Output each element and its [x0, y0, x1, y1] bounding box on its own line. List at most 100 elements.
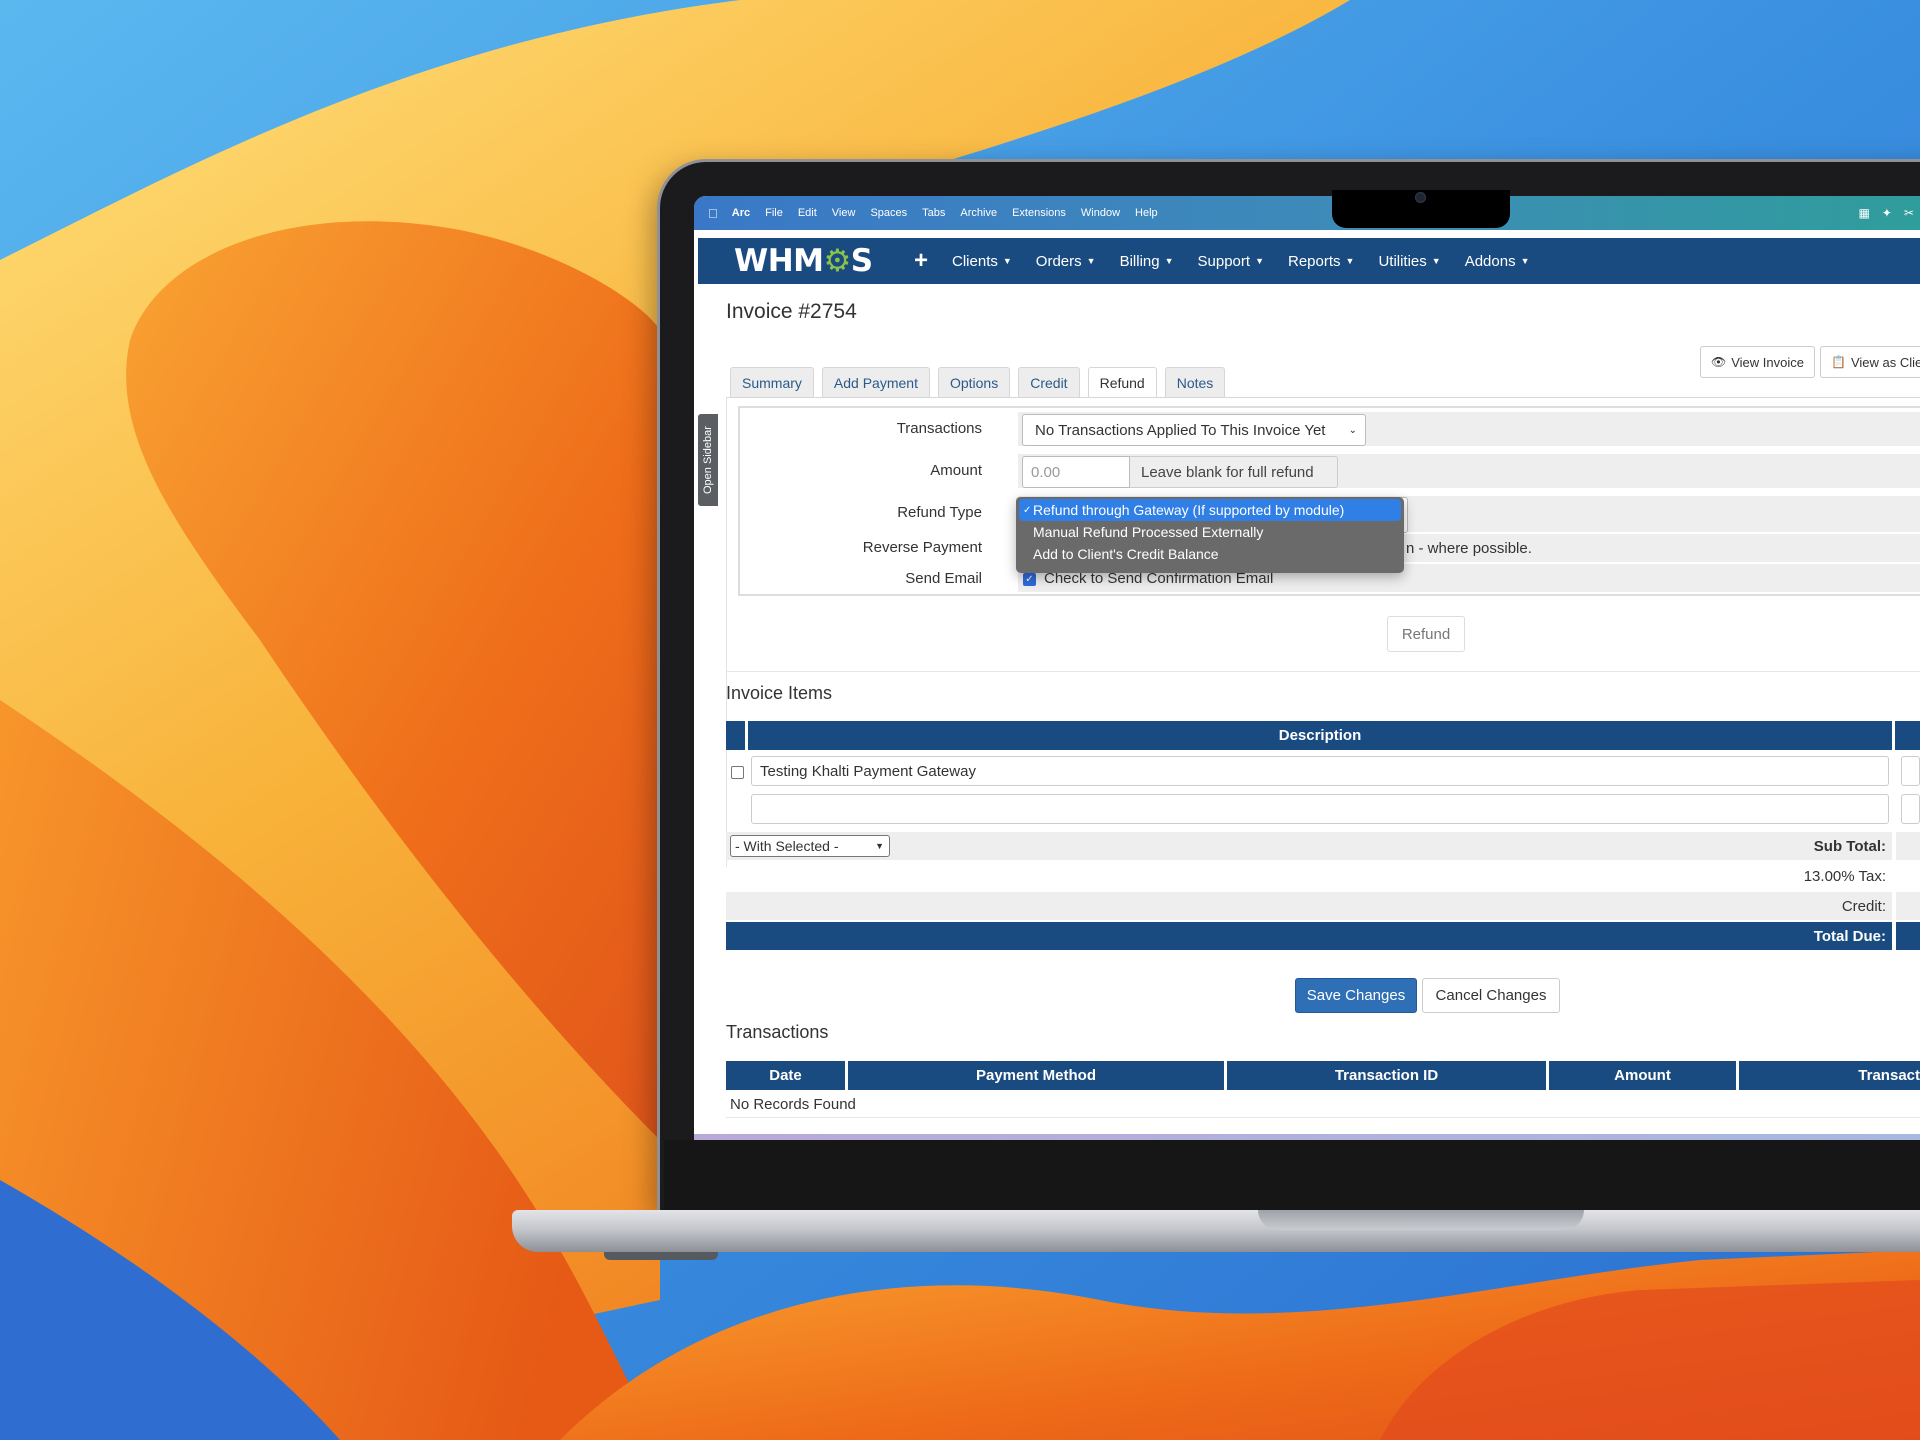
reverse-payment-label: Reverse Payment: [862, 539, 982, 556]
nav-orders[interactable]: Orders ▼: [1036, 253, 1096, 270]
menu-extras: ▦ ✦ ✂: [1859, 196, 1920, 230]
laptop-opening-notch: [1258, 1210, 1584, 1230]
bird-icon[interactable]: ✦: [1882, 206, 1892, 220]
column-payment-method: Payment Method: [848, 1061, 1224, 1090]
chevron-down-icon: ▼: [875, 841, 884, 851]
menu-help[interactable]: Help: [1135, 207, 1158, 219]
caret-down-icon: ▼: [1086, 255, 1096, 266]
section-divider: [726, 671, 1920, 672]
clipboard-icon: 📋: [1831, 355, 1846, 369]
tab-options[interactable]: Options: [937, 367, 1011, 397]
eye-icon: 👁: [1711, 355, 1727, 369]
subtotal-row: Sub Total:: [726, 832, 1892, 860]
tab-summary[interactable]: Summary: [730, 367, 814, 397]
laptop-chin: [664, 1140, 1920, 1212]
refund-type-label: Refund Type: [897, 504, 982, 521]
menu-spaces[interactable]: Spaces: [870, 207, 907, 219]
column-amount: Amount: [1549, 1061, 1736, 1090]
transactions-heading: Transactions: [726, 1022, 829, 1042]
column-date: Date: [726, 1061, 845, 1090]
new-item-description-field[interactable]: [751, 794, 1889, 824]
tab-refund[interactable]: Refund: [1087, 367, 1157, 398]
menu-archive[interactable]: Archive: [960, 207, 997, 219]
tab-add-payment[interactable]: Add Payment: [821, 367, 930, 397]
logo-gear-icon: ⚙: [823, 243, 852, 279]
transactions-select[interactable]: No Transactions Applied To This Invoice …: [1022, 414, 1366, 446]
cancel-changes-button[interactable]: Cancel Changes: [1422, 978, 1560, 1013]
logo-text-start: WHM: [734, 243, 824, 279]
menu-view[interactable]: View: [832, 207, 856, 219]
total-due-label: Total Due:: [1813, 927, 1886, 945]
laptop-foot: [604, 1252, 718, 1260]
nav-reports[interactable]: Reports ▼: [1288, 253, 1354, 270]
total-due-value-cell: [1896, 922, 1920, 950]
amount-label: Amount: [930, 462, 982, 479]
item-amount-field[interactable]: [1901, 756, 1920, 786]
select-column-header: [726, 721, 745, 750]
with-selected-value: - With Selected -: [735, 838, 839, 854]
column-transaction-id: Transaction ID: [1227, 1061, 1546, 1090]
no-records-message: No Records Found: [730, 1096, 856, 1113]
chevron-down-icon: ⌄: [1348, 424, 1357, 436]
item-description-field[interactable]: Testing Khalti Payment Gateway: [751, 756, 1889, 786]
caret-down-icon: ▼: [1164, 255, 1174, 266]
view-invoice-button[interactable]: 👁 View Invoice: [1700, 346, 1815, 378]
grid-icon[interactable]: ▦: [1859, 206, 1870, 220]
camera-icon: [1415, 192, 1426, 203]
amount-input[interactable]: 0.00: [1022, 456, 1130, 488]
nav-billing-label: Billing: [1119, 252, 1160, 270]
refund-type-option-credit[interactable]: Add to Client's Credit Balance: [1019, 543, 1401, 565]
send-email-label: Send Email: [905, 570, 982, 587]
menu-window[interactable]: Window: [1081, 207, 1120, 219]
apple-icon[interactable]: : [708, 206, 718, 221]
whmcs-logo[interactable]: WHM⚙S: [734, 243, 874, 279]
credit-label: Credit:: [1841, 897, 1886, 915]
tab-divider: [726, 397, 1920, 398]
with-selected-select[interactable]: - With Selected - ▼: [730, 835, 890, 857]
send-email-checkbox[interactable]: ✓: [1023, 573, 1036, 586]
menu-extensions[interactable]: Extensions: [1012, 207, 1066, 219]
nav-billing[interactable]: Billing ▼: [1120, 253, 1174, 270]
nav-orders-label: Orders: [1035, 252, 1082, 270]
menu-tabs[interactable]: Tabs: [922, 207, 945, 219]
reverse-payment-text: n - where possible.: [1406, 540, 1532, 557]
refund-type-option-gateway[interactable]: ✓ Refund through Gateway (If supported b…: [1019, 499, 1401, 521]
refund-button[interactable]: Refund: [1387, 616, 1465, 652]
refund-type-dropdown: ✓ Refund through Gateway (If supported b…: [1016, 497, 1404, 573]
panel-border: [726, 397, 727, 867]
menu-file[interactable]: File: [765, 207, 783, 219]
caret-down-icon: ▼: [1520, 255, 1530, 266]
scissors-icon[interactable]: ✂: [1904, 206, 1914, 220]
amount-hint: Leave blank for full refund: [1130, 456, 1338, 488]
transactions-select-value: No Transactions Applied To This Invoice …: [1035, 421, 1326, 439]
open-sidebar-toggle[interactable]: Open Sidebar: [698, 414, 718, 506]
nav-utilities[interactable]: Utilities ▼: [1378, 253, 1440, 270]
new-item-amount-field[interactable]: [1901, 794, 1920, 824]
total-due-row: Total Due:: [726, 922, 1892, 950]
tab-notes[interactable]: Notes: [1164, 367, 1226, 397]
add-new-icon[interactable]: +: [914, 247, 928, 275]
caret-down-icon: ▼: [1255, 255, 1264, 266]
menu-app-name[interactable]: Arc: [732, 207, 750, 219]
refund-type-option-manual[interactable]: Manual Refund Processed Externally: [1019, 521, 1401, 543]
save-changes-button[interactable]: Save Changes: [1295, 978, 1417, 1013]
nav-clients[interactable]: Clients ▼: [952, 253, 1012, 270]
dock-edge: [694, 1134, 1920, 1140]
table-row-divider: [726, 1117, 1920, 1118]
checkmark-icon: ✓: [1023, 504, 1032, 516]
nav-addons[interactable]: Addons ▼: [1465, 253, 1530, 270]
mac-menu-bar:  Arc File Edit View Spaces Tabs Archive…: [694, 196, 1920, 230]
subtotal-label: Sub Total:: [1813, 837, 1886, 855]
tax-label: 13.00% Tax:: [1803, 867, 1886, 885]
nav-utilities-label: Utilities: [1378, 252, 1427, 270]
menu-edit[interactable]: Edit: [798, 207, 817, 219]
logo-text-end: S: [850, 243, 873, 279]
view-as-client-button[interactable]: 📋 View as Clien: [1820, 346, 1920, 378]
nav-support-label: Support: [1197, 252, 1251, 270]
tab-credit[interactable]: Credit: [1018, 367, 1080, 397]
nav-support[interactable]: Support ▼: [1198, 253, 1264, 270]
invoice-tabs: Summary Add Payment Options Credit Refun…: [730, 367, 1226, 398]
view-as-client-label: View as Clien: [1850, 354, 1920, 370]
item-checkbox[interactable]: [731, 766, 744, 779]
invoice-items-heading: Invoice Items: [726, 683, 833, 703]
